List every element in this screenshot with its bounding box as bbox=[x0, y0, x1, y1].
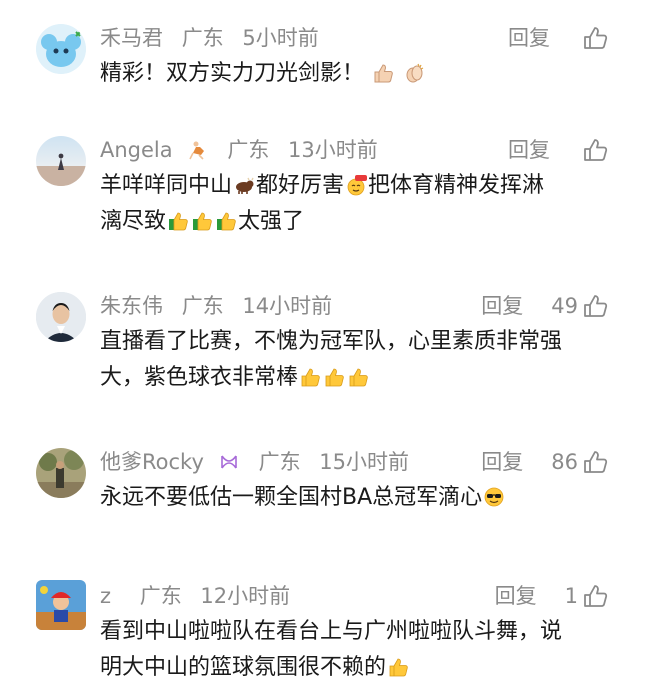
reply-button[interactable]: 回复 bbox=[508, 132, 550, 168]
reply-button[interactable]: 回复 bbox=[495, 578, 537, 614]
ribbon-badge-icon bbox=[221, 455, 237, 469]
666-face-emoji-icon bbox=[347, 175, 368, 196]
timestamp: 15小时前 bbox=[319, 450, 409, 474]
comment-actions: 回复 bbox=[508, 20, 608, 56]
timestamp: 13小时前 bbox=[288, 138, 378, 162]
like-button[interactable] bbox=[578, 137, 608, 163]
comment-item: 他爹Rocky 广东 15小时前 回复 86 永远不要低估一颗全国村BA总冠军滴… bbox=[0, 444, 648, 534]
thumb-up-icon bbox=[584, 451, 608, 473]
comment-text-segment: 都好厉害 bbox=[256, 173, 345, 198]
location: 广东 bbox=[139, 584, 182, 608]
comment-item: 朱东伟 广东 14小时前 回复 49 直播看了比赛，不愧为冠军队，心里素质非常强… bbox=[0, 288, 648, 408]
comment-actions: 回复 1 bbox=[495, 578, 608, 614]
username[interactable]: 他爹Rocky bbox=[100, 450, 240, 474]
like-count: 86 bbox=[551, 450, 578, 474]
avatar[interactable] bbox=[36, 448, 86, 498]
username[interactable]: z bbox=[100, 584, 111, 608]
comment-item: z 广东 12小时前 回复 1 看到中山啦啦队在看台上与广州啦啦队斗舞，说 明大… bbox=[0, 578, 648, 690]
comment-text-line: 大，紫色球衣非常棒 bbox=[100, 365, 299, 390]
comment-meta: 禾马君 广东 5小时前 bbox=[100, 20, 331, 56]
reply-button[interactable]: 回复 bbox=[508, 20, 550, 56]
comment-item: Angela 广东 13小时前 回复 羊咩咩同中山 都好厉害 把体育精神发挥淋 漓尽… bbox=[0, 132, 648, 262]
timestamp: 5小时前 bbox=[242, 26, 319, 50]
username[interactable]: 朱东伟 bbox=[100, 294, 163, 318]
avatar[interactable] bbox=[36, 136, 86, 186]
username-text: 他爹Rocky bbox=[100, 450, 204, 474]
comment-meta: 他爹Rocky 广东 15小时前 bbox=[100, 444, 421, 480]
location: 广东 bbox=[181, 294, 224, 318]
comment-actions: 回复 bbox=[508, 132, 608, 168]
location: 广东 bbox=[181, 26, 224, 50]
like-button[interactable] bbox=[578, 25, 608, 51]
thumbs-up-emoji-icon bbox=[301, 368, 320, 387]
comment-text: 看到中山啦啦队在看台上与广州啦啦队斗舞，说 明大中山的篮球氛围很不赖的 bbox=[100, 614, 610, 686]
comment-meta: Angela 广东 13小时前 bbox=[100, 132, 390, 168]
thumbs-up-emoji-icon bbox=[349, 368, 368, 387]
thumb-up-icon bbox=[584, 27, 608, 49]
reply-button[interactable]: 回复 bbox=[481, 444, 523, 480]
thumb-up-icon bbox=[584, 585, 608, 607]
username[interactable]: 禾马君 bbox=[100, 26, 163, 50]
comment-item: 禾马君 广东 5小时前 回复 精彩！双方实力刀光剑影！ bbox=[0, 20, 648, 110]
username[interactable]: Angela bbox=[100, 138, 209, 162]
clapping-emoji-icon bbox=[406, 63, 424, 83]
thumbs-up-emoji-icon bbox=[325, 368, 344, 387]
sunglasses-face-emoji-icon bbox=[484, 487, 504, 507]
like-count: 49 bbox=[551, 294, 578, 318]
thumbs-up-emoji-icon bbox=[169, 212, 188, 231]
comment-text-line: 直播看了比赛，不愧为冠军队，心里素质非常强 bbox=[100, 329, 563, 354]
comment-actions: 回复 49 bbox=[481, 288, 608, 324]
location: 广东 bbox=[258, 450, 301, 474]
comment-text-line: 看到中山啦啦队在看台上与广州啦啦队斗舞，说 bbox=[100, 619, 563, 644]
comment-text-line: 永远不要低估一颗全国村BA总冠军滴心 bbox=[100, 485, 483, 510]
ox-emoji-icon bbox=[236, 177, 254, 194]
comment-text-line: 精彩！双方实力刀光剑影！ bbox=[100, 61, 365, 86]
reply-button[interactable]: 回复 bbox=[481, 288, 523, 324]
thumbs-up-emoji-icon bbox=[389, 658, 408, 677]
comment-text: 精彩！双方实力刀光剑影！ bbox=[100, 56, 610, 92]
avatar[interactable] bbox=[36, 292, 86, 342]
timestamp: 14小时前 bbox=[242, 294, 333, 318]
location: 广东 bbox=[227, 138, 270, 162]
thumbs-up-emoji-icon bbox=[193, 212, 212, 231]
thumbs-up-emoji-icon bbox=[217, 212, 236, 231]
comment-text-line: 明大中山的篮球氛围很不赖的 bbox=[100, 655, 387, 680]
like-button[interactable]: 49 bbox=[551, 288, 608, 324]
avatar[interactable] bbox=[36, 580, 86, 630]
comment-meta: 朱东伟 广东 14小时前 bbox=[100, 288, 344, 324]
dancer-emoji-icon bbox=[188, 141, 204, 160]
comment-text: 永远不要低估一颗全国村BA总冠军滴心 bbox=[100, 480, 610, 516]
username-text: Angela bbox=[100, 138, 173, 162]
thumb-up-icon bbox=[584, 295, 608, 317]
thumbs-up-emoji-icon bbox=[374, 64, 393, 83]
like-button[interactable]: 1 bbox=[565, 578, 608, 614]
thumb-up-icon bbox=[584, 139, 608, 161]
like-count: 1 bbox=[564, 584, 578, 608]
comment-text-segment: 太强了 bbox=[238, 209, 305, 234]
comment-text: 羊咩咩同中山 都好厉害 把体育精神发挥淋 漓尽致 太强了 bbox=[100, 168, 610, 240]
avatar[interactable] bbox=[36, 24, 86, 74]
comment-text-segment: 羊咩咩同中山 bbox=[100, 173, 233, 198]
comment-text: 直播看了比赛，不愧为冠军队，心里素质非常强 大，紫色球衣非常棒 bbox=[100, 324, 610, 396]
comment-text-segment: 把体育精神发挥淋 bbox=[368, 173, 545, 198]
comment-meta: z 广东 12小时前 bbox=[100, 578, 302, 614]
like-button[interactable]: 86 bbox=[551, 444, 608, 480]
timestamp: 12小时前 bbox=[200, 584, 291, 608]
comment-text-segment: 漓尽致 bbox=[100, 209, 167, 234]
comment-actions: 回复 86 bbox=[481, 444, 608, 480]
